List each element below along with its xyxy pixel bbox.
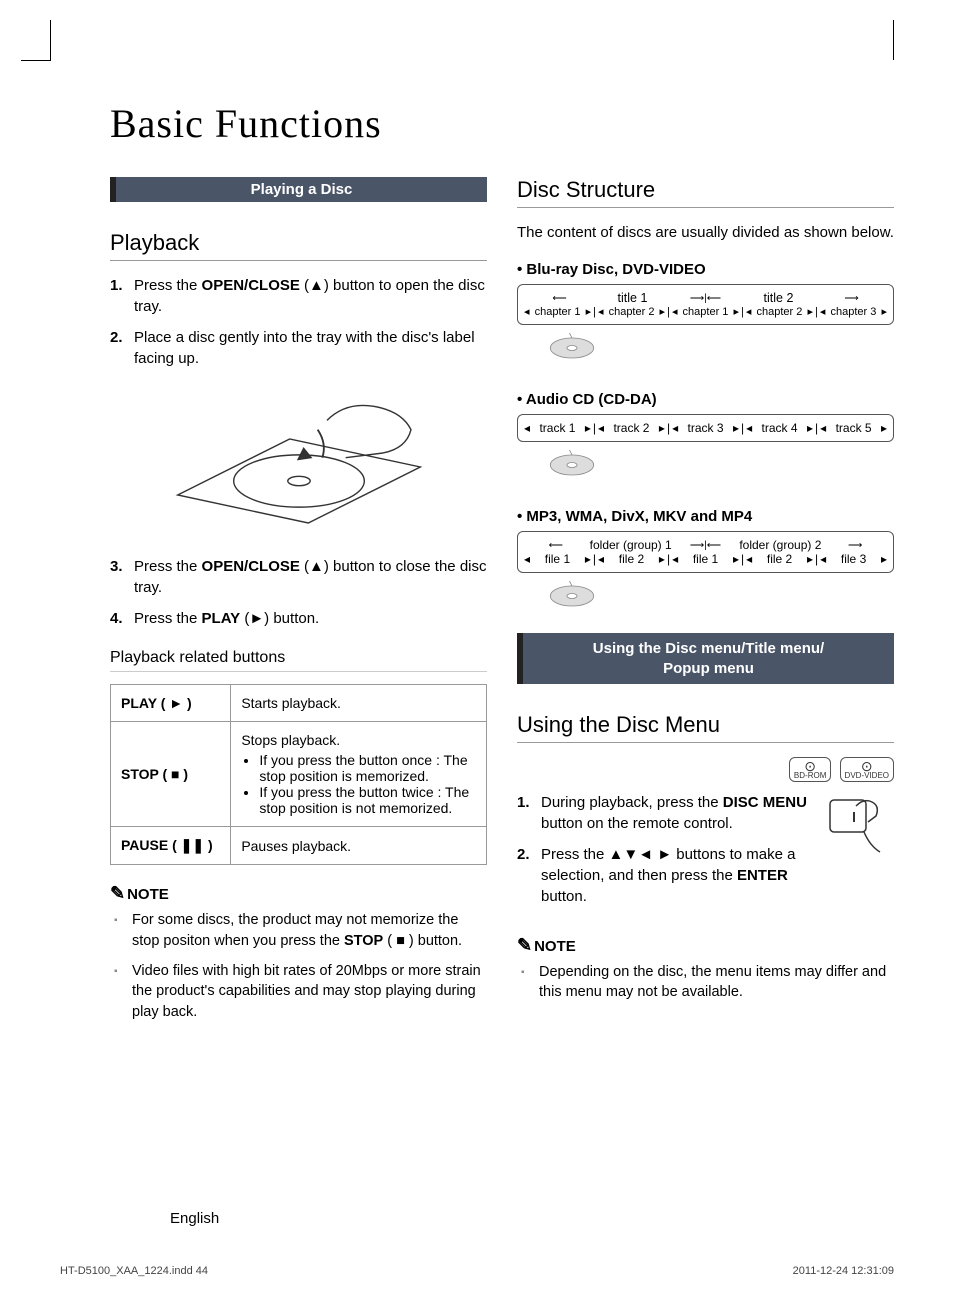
step-4: Press the PLAY (►) button. bbox=[110, 608, 487, 629]
struct-box-audio: ◂ track 1 ▸| ◂ track 2 ▸| ◂ track 3 ▸| ◂… bbox=[517, 414, 894, 442]
disc-tray-illustration bbox=[110, 383, 487, 536]
label-files: MP3, WMA, DivX, MKV and MP4 bbox=[517, 508, 894, 525]
page-content: Basic Functions Playing a Disc Playback … bbox=[0, 0, 954, 1072]
disc-type-badges: ⊙BD-ROM ⊙DVD-VIDEO bbox=[517, 757, 894, 782]
section-bar-playing: Playing a Disc bbox=[110, 177, 487, 202]
step-2: Press the ▲▼◄ ► buttons to make a select… bbox=[517, 844, 894, 907]
cell-stop-desc: Stops playback. If you press the button … bbox=[231, 722, 487, 827]
heading-using-disc-menu: Using the Disc Menu bbox=[517, 712, 894, 743]
meta-timestamp: 2011-12-24 12:31:09 bbox=[793, 1265, 894, 1277]
step-2: Place a disc gently into the tray with t… bbox=[110, 327, 487, 369]
cell-stop-label: STOP ( ■ ) bbox=[111, 722, 231, 827]
crop-mark-tr bbox=[893, 20, 894, 60]
label-bluray: Blu-ray Disc, DVD-VIDEO bbox=[517, 261, 894, 278]
cell-play-label: PLAY ( ► ) bbox=[111, 685, 231, 722]
playback-steps: Press the OPEN/CLOSE (▲) button to open … bbox=[110, 275, 487, 369]
table-row: PLAY ( ► ) Starts playback. bbox=[111, 685, 487, 722]
page-title: Basic Functions bbox=[110, 100, 894, 147]
step-1: Press the OPEN/CLOSE (▲) button to open … bbox=[110, 275, 487, 317]
disc-icon bbox=[547, 333, 597, 363]
cell-play-desc: Starts playback. bbox=[231, 685, 487, 722]
badge-dvdvideo: ⊙DVD-VIDEO bbox=[840, 757, 894, 782]
disc-icon bbox=[547, 450, 597, 480]
badge-bdrom: ⊙BD-ROM bbox=[789, 757, 831, 782]
note-heading: ✎NOTE bbox=[110, 883, 487, 904]
note-heading-right: ✎NOTE bbox=[517, 935, 894, 956]
struct-box-files: ⟵folder (group) 1⟶|⟵folder (group) 2⟶ ◂ … bbox=[517, 531, 894, 573]
right-column: Disc Structure The content of discs are … bbox=[517, 177, 894, 1032]
left-notes: For some discs, the product may not memo… bbox=[110, 910, 487, 1021]
footer-language: English bbox=[170, 1210, 219, 1227]
step-1: During playback, press the DISC MENU but… bbox=[517, 792, 894, 834]
table-row: PAUSE ( ❚❚ ) Pauses playback. bbox=[111, 827, 487, 865]
struct-box-bluray: ⟵title 1⟶|⟵title 2⟶ ◂chapter 1▸| ◂chapte… bbox=[517, 284, 894, 325]
section-bar-menus: Using the Disc menu/Title menu/ Popup me… bbox=[517, 633, 894, 684]
heading-disc-structure: Disc Structure bbox=[517, 177, 894, 208]
step-3: Press the OPEN/CLOSE (▲) button to close… bbox=[110, 556, 487, 598]
note-item: Depending on the disc, the menu items ma… bbox=[539, 962, 894, 1003]
pencil-icon: ✎ bbox=[110, 883, 125, 903]
heading-related-buttons: Playback related buttons bbox=[110, 649, 487, 672]
print-metadata: HT-D5100_XAA_1224.indd 44 2011-12-24 12:… bbox=[60, 1265, 894, 1277]
disc-icon bbox=[547, 581, 597, 611]
heading-playback: Playback bbox=[110, 230, 487, 261]
label-audio: Audio CD (CD-DA) bbox=[517, 391, 894, 408]
left-column: Playing a Disc Playback Press the OPEN/C… bbox=[110, 177, 487, 1032]
table-row: STOP ( ■ ) Stops playback. If you press … bbox=[111, 722, 487, 827]
note-item: For some discs, the product may not memo… bbox=[132, 910, 487, 951]
right-notes: Depending on the disc, the menu items ma… bbox=[517, 962, 894, 1003]
note-item: Video files with high bit rates of 20Mbp… bbox=[132, 961, 487, 1022]
disc-menu-steps: During playback, press the DISC MENU but… bbox=[517, 792, 894, 907]
playback-buttons-table: PLAY ( ► ) Starts playback. STOP ( ■ ) S… bbox=[110, 684, 487, 865]
pencil-icon: ✎ bbox=[517, 935, 532, 955]
meta-filename: HT-D5100_XAA_1224.indd 44 bbox=[60, 1265, 208, 1277]
cell-pause-desc: Pauses playback. bbox=[231, 827, 487, 865]
playback-steps-cont: Press the OPEN/CLOSE (▲) button to close… bbox=[110, 556, 487, 629]
cell-pause-label: PAUSE ( ❚❚ ) bbox=[111, 827, 231, 865]
crop-mark-tl bbox=[50, 20, 68, 60]
disc-structure-intro: The content of discs are usually divided… bbox=[517, 222, 894, 243]
